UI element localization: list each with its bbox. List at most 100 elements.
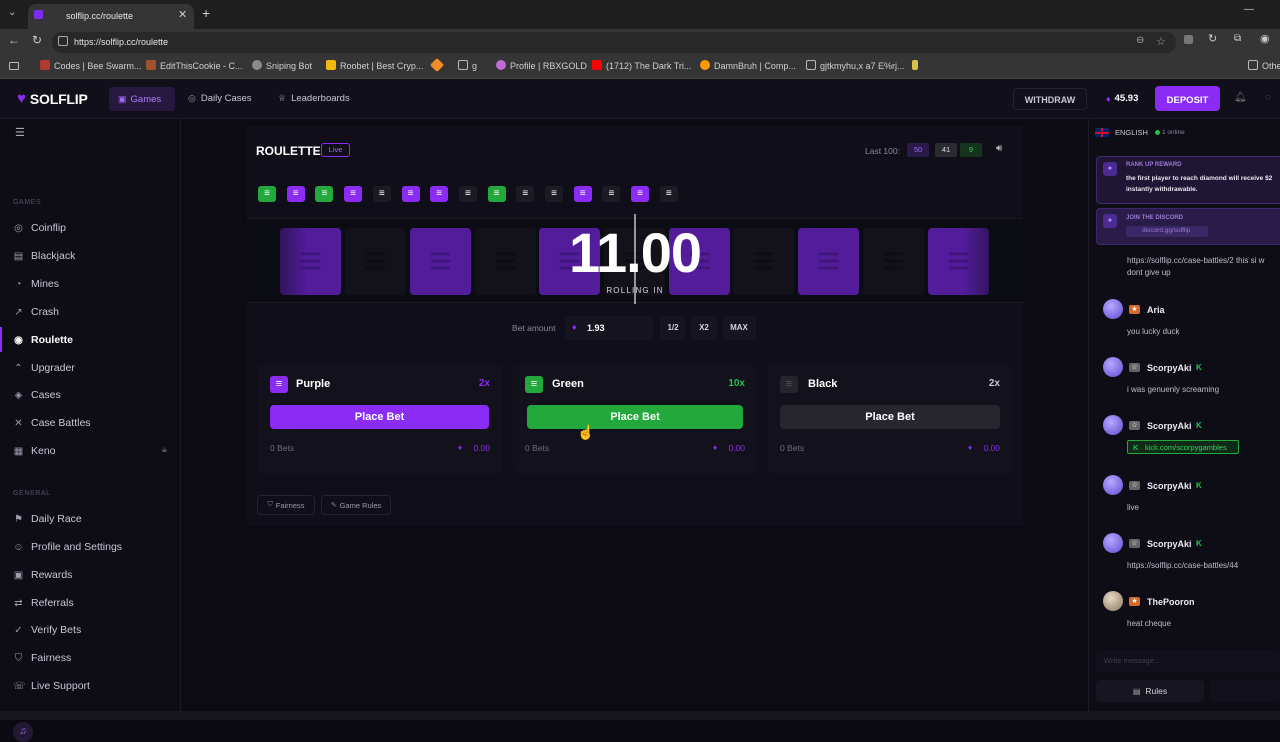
logo[interactable]: ♥ SOLFLIP bbox=[17, 90, 88, 107]
bookmark-favicon-icon bbox=[496, 60, 506, 70]
nav-leaderboards[interactable]: ♕ Leaderboards bbox=[278, 93, 350, 104]
chat-username[interactable]: ThePooron bbox=[1147, 597, 1195, 607]
history-chip-purple: ≡ bbox=[430, 186, 449, 202]
bookmark-item[interactable] bbox=[912, 60, 922, 71]
sync-icon[interactable]: ↻ bbox=[1208, 32, 1217, 45]
sidebar-item-roulette[interactable]: ◉ Roulette bbox=[13, 330, 73, 350]
nav-games[interactable]: ▣ Games bbox=[109, 87, 175, 111]
sidebar-item-profile-settings[interactable]: ☺ Profile and Settings bbox=[13, 537, 122, 557]
chat-toggle-icon[interactable]: ◌ bbox=[1265, 92, 1271, 103]
bookmark-item[interactable]: Sniping Bot bbox=[252, 60, 312, 71]
double-bet-button[interactable]: X2 bbox=[691, 316, 717, 340]
sound-icon[interactable]: 🔊︎ bbox=[996, 143, 1002, 154]
secondary-chat-button[interactable] bbox=[1210, 680, 1280, 702]
fairness-label: Fairness bbox=[275, 500, 305, 510]
chat-language[interactable]: ENGLISH bbox=[1115, 128, 1148, 137]
gem-icon: ♦ bbox=[1106, 93, 1111, 104]
headset-icon[interactable]: ♫ bbox=[13, 722, 33, 742]
bookmark-item[interactable] bbox=[429, 57, 446, 73]
tab-list-dropdown-icon[interactable]: ⌄ bbox=[8, 7, 20, 21]
browser-tab-bar: ⌄ solflip.cc/roulette ✕ + — bbox=[0, 0, 1280, 29]
zoom-icon[interactable]: ⊖ bbox=[1136, 35, 1144, 46]
bookmark-item[interactable]: DamnBruh | Comp... bbox=[700, 60, 796, 71]
sidebar-item-daily-race[interactable]: ⚑ Daily Race bbox=[13, 509, 82, 529]
avatar[interactable] bbox=[1103, 299, 1123, 319]
rank-up-title: RANK UP REWARD bbox=[1126, 162, 1182, 168]
game-rules-button[interactable]: ✎ Game Rules bbox=[321, 495, 391, 515]
bookmark-star-icon[interactable]: ☆ bbox=[1156, 35, 1166, 48]
profile-icon[interactable]: ◉ bbox=[1260, 32, 1270, 45]
sidebar-item-live-support[interactable]: ☏ Live Support bbox=[13, 676, 90, 696]
bet-amount-input[interactable]: ♦ 1.93 bbox=[565, 316, 653, 340]
minimize-window-icon[interactable]: — bbox=[1244, 4, 1254, 15]
other-bookmarks[interactable]: Othe bbox=[1248, 60, 1280, 71]
bookmark-item[interactable]: g bbox=[458, 60, 477, 71]
discord-link[interactable]: discord.gg/solflip bbox=[1126, 226, 1208, 237]
tab-close-icon[interactable]: ✕ bbox=[178, 8, 187, 21]
sidebar-item-label: Daily Race bbox=[31, 513, 82, 525]
history-chip-purple: ≡ bbox=[401, 186, 420, 202]
bookmark-item[interactable]: gjtkmyhu,x a7 E%rj... bbox=[806, 60, 905, 71]
bookmarks-apps-icon[interactable] bbox=[9, 62, 19, 70]
site-info-icon[interactable] bbox=[58, 36, 68, 46]
bookmark-item[interactable]: (1712) The Dark Tri... bbox=[592, 60, 691, 71]
back-icon[interactable]: ← bbox=[8, 33, 20, 47]
bookmark-item[interactable]: Profile | RBXGOLD bbox=[496, 60, 587, 71]
avatar[interactable] bbox=[1103, 533, 1123, 553]
avatar[interactable] bbox=[1103, 357, 1123, 377]
sidebar-item-label: Keno bbox=[31, 445, 56, 457]
rules-button[interactable]: ▤ Rules bbox=[1096, 680, 1204, 702]
bookmark-item[interactable]: Codes | Bee Swarm... bbox=[40, 60, 141, 71]
chat-input[interactable]: Write message... bbox=[1096, 650, 1280, 672]
sidebar-item-blackjack[interactable]: ▤ Blackjack bbox=[13, 246, 76, 266]
chat-username[interactable]: ScorpyAki bbox=[1147, 363, 1192, 373]
chat-username[interactable]: ScorpyAki bbox=[1147, 421, 1192, 431]
menu-icon[interactable]: ☰ bbox=[15, 126, 25, 139]
place-bet-purple-button[interactable]: Place Bet bbox=[270, 405, 489, 429]
browser-tab[interactable]: solflip.cc/roulette ✕ bbox=[28, 4, 194, 29]
url-field[interactable]: https://solflip.cc/roulette ⊖ ☆ bbox=[52, 32, 1176, 53]
withdraw-button[interactable]: WITHDRAW bbox=[1013, 88, 1087, 110]
sidebar-item-crash[interactable]: ↗ Crash bbox=[13, 302, 59, 322]
notification-bell-icon[interactable]: 🔔︎ bbox=[1234, 92, 1247, 103]
sidebar-item-upgrader[interactable]: ⌃ Upgrader bbox=[13, 358, 74, 378]
avatar[interactable] bbox=[1103, 415, 1123, 435]
sidebar-item-cases[interactable]: ◈ Cases bbox=[13, 385, 61, 405]
shield-icon: ⛉ bbox=[267, 501, 273, 508]
nav-daily-cases[interactable]: ◎ Daily Cases bbox=[188, 93, 252, 104]
chat-username[interactable]: Aria bbox=[1147, 305, 1165, 315]
sidebar-item-label: Coinflip bbox=[31, 222, 67, 234]
kick-k-icon: K bbox=[1133, 443, 1139, 452]
bookmark-item[interactable]: EditThisCookie - C... bbox=[146, 60, 243, 71]
new-tab-icon[interactable]: + bbox=[202, 5, 210, 21]
reload-icon[interactable]: ↻ bbox=[32, 33, 42, 47]
history-chip-purple: ≡ bbox=[344, 186, 363, 202]
bottom-scrollbar[interactable] bbox=[0, 711, 1280, 720]
fairness-button[interactable]: ⛉ Fairness bbox=[257, 495, 315, 515]
sidebar-item-mines[interactable]: ◔ Mines bbox=[13, 274, 59, 294]
kick-link-chip[interactable]: K kick.com/scorpygambles bbox=[1127, 440, 1239, 454]
half-bet-button[interactable]: 1/2 bbox=[660, 316, 686, 340]
discord-title: JOIN THE DISCORD bbox=[1126, 215, 1184, 221]
discord-icon: ✦ bbox=[1103, 214, 1117, 228]
chat-username[interactable]: ScorpyAki bbox=[1147, 539, 1192, 549]
deposit-button[interactable]: DEPOSIT bbox=[1155, 86, 1220, 111]
sidebar-item-rewards[interactable]: ▣ Rewards bbox=[13, 565, 73, 585]
max-bet-button[interactable]: MAX bbox=[722, 316, 756, 340]
sidebar-item-case-battles[interactable]: ✕ Case Battles bbox=[13, 413, 90, 433]
avatar[interactable] bbox=[1103, 591, 1123, 611]
sidebar-item-verify-bets[interactable]: ✓ Verify Bets bbox=[13, 620, 81, 640]
sidebar-item-coinflip[interactable]: ◎ Coinflip bbox=[13, 218, 66, 238]
bet-total: 0.00 bbox=[983, 443, 1000, 453]
chat-username[interactable]: ScorpyAki bbox=[1147, 481, 1192, 491]
extensions-puzzle-icon[interactable]: ⧉ bbox=[1234, 33, 1241, 44]
sidebar-item-keno[interactable]: ▦ Keno bbox=[13, 441, 56, 461]
avatar[interactable] bbox=[1103, 475, 1123, 495]
sidebar-item-fairness[interactable]: ⛉ Fairness bbox=[13, 648, 72, 668]
extension-icon[interactable] bbox=[1184, 35, 1193, 44]
place-bet-green-button[interactable]: Place Bet bbox=[527, 405, 743, 429]
rank-badge-icon: ☆ bbox=[1129, 363, 1140, 372]
sidebar-item-referrals[interactable]: ⇄ Referrals bbox=[13, 593, 73, 613]
place-bet-black-button[interactable]: Place Bet bbox=[780, 405, 1000, 429]
bookmark-item[interactable]: Roobet | Best Cryp... bbox=[326, 60, 423, 71]
